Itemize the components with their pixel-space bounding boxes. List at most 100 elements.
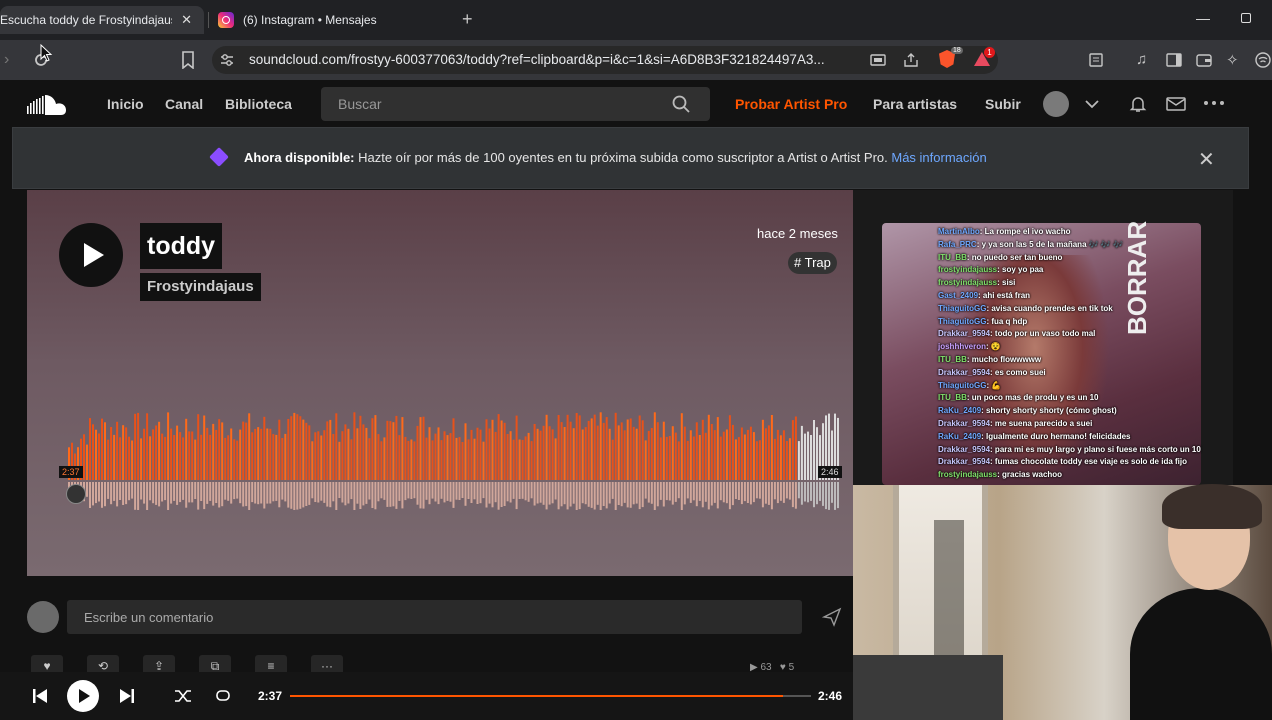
waveform-reflection-bar (692, 482, 695, 501)
messages-icon[interactable] (1166, 96, 1186, 112)
waveform-bar (236, 440, 239, 480)
notifications-bell-icon[interactable] (1129, 95, 1147, 113)
tab-title: (6) Instagram • Mensajes (243, 13, 377, 27)
waveform-bar (422, 416, 425, 480)
waveform[interactable] (68, 410, 840, 510)
comment-avatar-marker[interactable] (66, 484, 86, 504)
for-artists-link[interactable]: Para artistas (873, 96, 957, 112)
wallet-icon[interactable] (1196, 52, 1212, 68)
waveform-reflection-bar (317, 482, 320, 503)
chevron-down-icon[interactable] (1084, 98, 1100, 110)
waveform-reflection-bar (686, 482, 689, 499)
waveform-reflection-bar (308, 482, 311, 505)
waveform-reflection-bar (743, 482, 746, 502)
waveform-bar (566, 414, 569, 480)
waveform-reflection-bar (341, 482, 344, 503)
player-play-button[interactable] (67, 680, 99, 712)
waveform-bar (521, 439, 524, 480)
waveform-reflection-bar (296, 482, 299, 510)
tab-soundcloud[interactable]: Escucha toddy de Frostyindajaus ✕ (0, 6, 204, 34)
share-icon[interactable] (903, 52, 919, 68)
waveform-bar (86, 444, 88, 480)
genre-tag[interactable]: # Trap (788, 252, 837, 274)
chat-message: : para mi es muy largo y plano si fuese … (990, 444, 1201, 454)
waveform-reflection-bar (653, 482, 656, 510)
waveform-bar (629, 418, 632, 480)
waveform-reflection-bar (461, 482, 464, 498)
shuffle-icon[interactable] (174, 688, 192, 704)
waveform-bar (761, 419, 764, 480)
nav-biblioteca[interactable]: Biblioteca (225, 96, 292, 112)
new-tab-button[interactable]: + (462, 9, 473, 30)
repeat-icon[interactable] (215, 689, 231, 703)
chat-line: joshhhveron: 😵 (938, 341, 1238, 354)
waveform-reflection-bar (266, 482, 269, 504)
waveform-reflection-bar (521, 482, 524, 499)
waveform-reflection-bar (335, 482, 338, 510)
waveform-bar (260, 428, 263, 480)
webcam-desk (853, 655, 1003, 720)
vpn-icon[interactable] (1254, 51, 1272, 69)
tab-close-icon[interactable]: ✕ (181, 12, 192, 28)
player-duration: 2:46 (818, 689, 843, 703)
waveform-reflection-bar (179, 482, 182, 503)
waveform-reflection-bar (804, 482, 806, 502)
waveform-reflection-bar (110, 482, 113, 505)
previous-icon[interactable] (31, 687, 49, 705)
minimize-icon[interactable]: — (1196, 10, 1210, 26)
more-info-link[interactable]: Más información (891, 150, 986, 165)
waveform-reflection-bar (206, 482, 209, 504)
user-avatar[interactable] (1043, 91, 1069, 117)
try-artist-pro-link[interactable]: Probar Artist Pro (735, 96, 847, 112)
soundcloud-logo-icon[interactable] (27, 94, 75, 116)
waveform-bar (392, 422, 395, 480)
media-icon[interactable]: ♫ (1136, 51, 1147, 68)
nav-inicio[interactable]: Inicio (107, 96, 144, 112)
chat-message: : sisi (997, 278, 1016, 288)
waveform-bar (98, 433, 100, 480)
url-text[interactable]: soundcloud.com/frostyy-600377063/toddy?r… (249, 52, 825, 67)
waveform-reflection-bar (434, 482, 437, 502)
search-icon[interactable] (672, 95, 690, 113)
bookmark-icon[interactable] (181, 51, 195, 69)
waveform-bar (278, 419, 281, 480)
leo-ai-icon[interactable]: ✧ (1226, 51, 1239, 69)
cast-icon[interactable] (870, 52, 886, 68)
more-options-icon[interactable] (1203, 100, 1225, 106)
tab-instagram[interactable]: (6) Instagram • Mensajes (218, 6, 458, 34)
play-button[interactable] (59, 223, 123, 287)
nav-canal[interactable]: Canal (165, 96, 203, 112)
waveform-bar (752, 432, 755, 480)
waveform-reflection-bar (365, 482, 368, 504)
waveform-reflection-bar (224, 482, 227, 500)
waveform-reflection-bar (131, 482, 134, 499)
track-artist-link[interactable]: Frostyindajaus (140, 273, 261, 301)
waveform-reflection-bar (125, 482, 128, 505)
waveform-reflection-bar (527, 482, 530, 502)
waveform-bar (245, 422, 248, 480)
chat-username: ThiaguitoGG (938, 316, 987, 326)
waveform-bar (221, 422, 224, 480)
waveform-reflection-bar (566, 482, 569, 510)
reader-mode-icon[interactable] (1088, 52, 1104, 68)
next-icon[interactable] (118, 687, 136, 705)
waveform-bar (347, 428, 350, 480)
waveform-reflection-bar (107, 482, 110, 499)
upload-link[interactable]: Subir (985, 96, 1021, 112)
waveform-reflection-bar (665, 482, 668, 501)
waveform-reflection-bar (413, 482, 416, 499)
send-icon[interactable] (822, 607, 842, 627)
waveform-bar (398, 435, 401, 480)
waveform-bar (674, 432, 677, 480)
maximize-icon[interactable] (1241, 13, 1251, 23)
chat-username: Gast_2409 (938, 290, 979, 300)
forward-icon[interactable]: › (4, 51, 9, 69)
waveform-reflection-bar (764, 482, 767, 504)
site-settings-icon[interactable] (220, 52, 234, 68)
waveform-reflection-bar (116, 482, 119, 507)
sidebar-icon[interactable] (1166, 52, 1182, 68)
waveform-reflection-bar (488, 482, 491, 504)
shields-badge: 18 (951, 47, 963, 54)
banner-close-icon[interactable]: ✕ (1198, 147, 1215, 172)
chat-line: RaKu_2409: Igualmente duro hermano! feli… (938, 431, 1238, 444)
